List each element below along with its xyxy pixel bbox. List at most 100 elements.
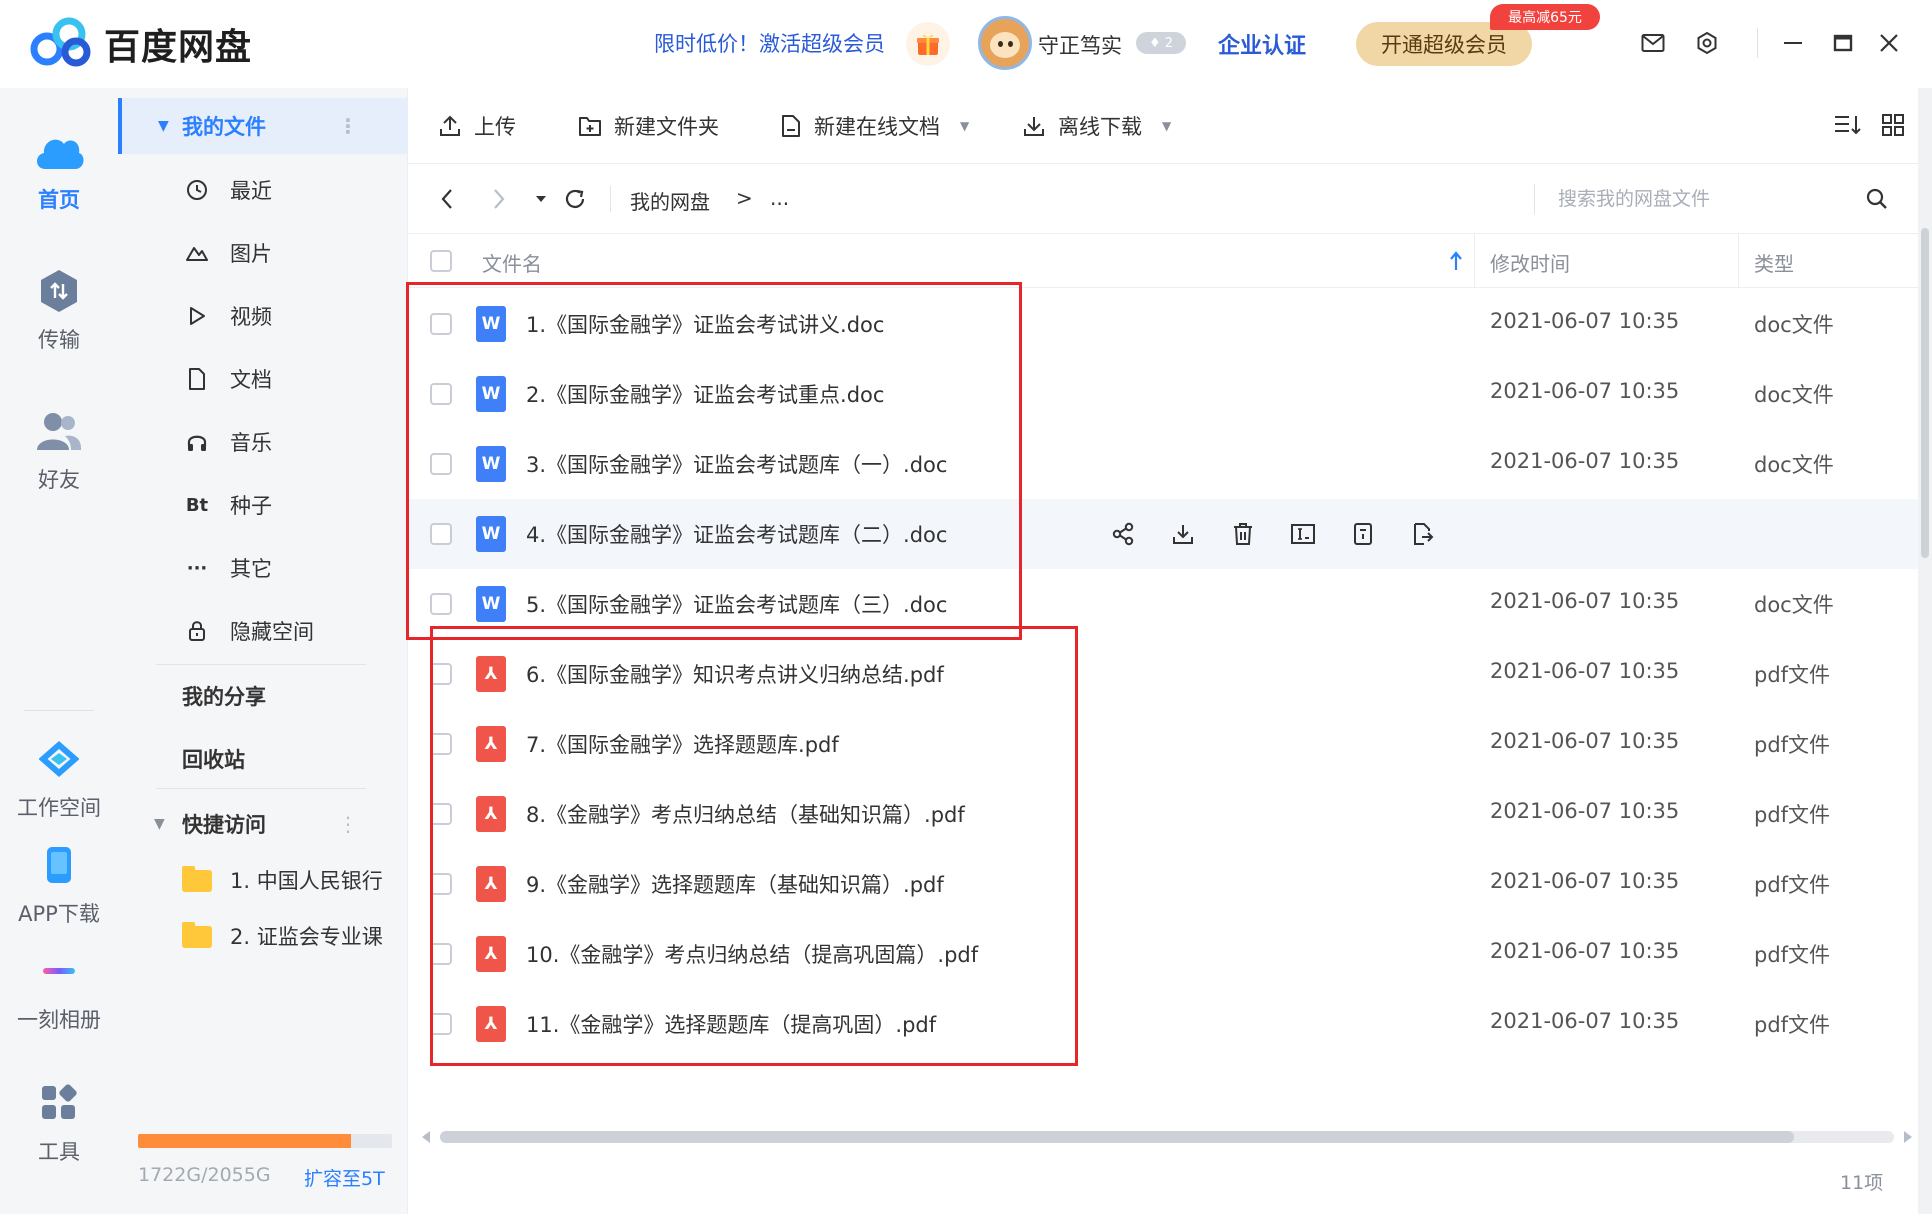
table-row[interactable]: ⅄ 11.《金融学》选择题题库（提高巩固）.pdf 2021-06-07 10:…: [408, 989, 1918, 1059]
history-dropdown-icon[interactable]: [526, 184, 556, 214]
refresh-icon[interactable]: [560, 184, 590, 214]
grid-view-icon[interactable]: [1874, 106, 1912, 144]
horizontal-scrollbar[interactable]: [420, 1128, 1914, 1146]
breadcrumb-root[interactable]: 我的网盘: [630, 186, 710, 215]
table-row-hovered[interactable]: W 4.《国际金融学》证监会考试题库（二）.doc: [408, 499, 1918, 569]
rail-item-home[interactable]: 首页: [0, 124, 118, 214]
rail-item-app-download[interactable]: APP下载: [0, 838, 118, 928]
table-row[interactable]: W 5.《国际金融学》证监会考试题库（三）.doc 2021-06-07 10:…: [408, 569, 1918, 639]
sidebar-item-other[interactable]: ··· 其它: [118, 540, 408, 596]
expand-storage-link[interactable]: 扩容至5T: [304, 1164, 385, 1191]
copy-icon[interactable]: [1344, 515, 1382, 553]
table-row[interactable]: ⅄ 6.《国际金融学》知识考点讲义归纳总结.pdf 2021-06-07 10:…: [408, 639, 1918, 709]
row-checkbox[interactable]: [430, 943, 452, 965]
dropdown-arrow-icon[interactable]: ▼: [1162, 119, 1171, 133]
scroll-right-arrow-icon[interactable]: [1902, 1130, 1914, 1144]
breadcrumb-ellipsis[interactable]: ...: [770, 186, 789, 210]
user-avatar[interactable]: [978, 16, 1032, 70]
new-online-doc-button[interactable]: 新建在线文档 ▼: [780, 110, 969, 142]
row-checkbox[interactable]: [430, 1013, 452, 1035]
sidebar-item-recent[interactable]: 最近: [118, 162, 408, 218]
move-icon[interactable]: [1404, 515, 1442, 553]
sidebar-item-my-share[interactable]: 我的分享: [118, 668, 408, 724]
sort-ascending-icon[interactable]: [1448, 250, 1464, 272]
row-checkbox[interactable]: [430, 873, 452, 895]
row-checkbox[interactable]: [430, 663, 452, 685]
caret-down-icon[interactable]: ▼: [158, 118, 169, 134]
row-checkbox[interactable]: [430, 313, 452, 335]
scroll-left-arrow-icon[interactable]: [420, 1130, 432, 1144]
forward-arrow-icon[interactable]: [484, 184, 514, 214]
row-checkbox[interactable]: [430, 733, 452, 755]
username[interactable]: 守正笃实: [1038, 30, 1122, 60]
table-row[interactable]: ⅄ 7.《国际金融学》选择题题库.pdf 2021-06-07 10:35 pd…: [408, 709, 1918, 779]
rail-item-tools[interactable]: 工具: [0, 1076, 118, 1166]
gift-icon[interactable]: [906, 22, 950, 66]
quick-folder-item[interactable]: 2. 证监会专业课: [118, 908, 408, 964]
sidebar-item-recycle[interactable]: 回收站: [118, 731, 408, 787]
sidebar-item-torrent[interactable]: Bt 种子: [118, 477, 408, 533]
horizontal-scroll-thumb[interactable]: [440, 1131, 1794, 1143]
rail-item-workspace[interactable]: 工作空间: [0, 732, 118, 822]
file-name[interactable]: 6.《国际金融学》知识考点讲义归纳总结.pdf: [526, 659, 944, 689]
file-name[interactable]: 1.《国际金融学》证监会考试讲义.doc: [526, 309, 884, 339]
enterprise-auth-link[interactable]: 企业认证: [1218, 28, 1306, 60]
delete-icon[interactable]: [1224, 515, 1262, 553]
table-row[interactable]: W 3.《国际金融学》证监会考试题库（一）.doc 2021-06-07 10:…: [408, 429, 1918, 499]
row-checkbox[interactable]: [430, 453, 452, 475]
file-name[interactable]: 7.《国际金融学》选择题题库.pdf: [526, 729, 839, 759]
upload-button[interactable]: 上传: [438, 110, 516, 142]
row-checkbox[interactable]: [430, 383, 452, 405]
share-icon[interactable]: [1104, 515, 1142, 553]
sidebar-item-docs[interactable]: 文档: [118, 351, 408, 407]
dropdown-arrow-icon[interactable]: ▼: [960, 119, 969, 133]
search-input[interactable]: [1558, 182, 1858, 216]
settings-icon[interactable]: [1690, 26, 1724, 60]
table-row[interactable]: ⅄ 9.《金融学》选择题题库（基础知识篇）.pdf 2021-06-07 10:…: [408, 849, 1918, 919]
sidebar-item-hidden-space[interactable]: 隐藏空间: [118, 603, 408, 659]
rail-item-transfer[interactable]: 传输: [0, 264, 118, 354]
sidebar-item-music[interactable]: 音乐: [118, 414, 408, 470]
sort-list-icon[interactable]: [1828, 106, 1866, 144]
caret-down-icon[interactable]: ▼: [154, 816, 165, 832]
maximize-icon[interactable]: [1826, 26, 1860, 60]
file-name[interactable]: 3.《国际金融学》证监会考试题库（一）.doc: [526, 449, 947, 479]
select-all-checkbox[interactable]: [430, 250, 452, 272]
file-name[interactable]: 8.《金融学》考点归纳总结（基础知识篇）.pdf: [526, 799, 965, 829]
vertical-scrollbar[interactable]: [1918, 88, 1932, 1214]
rename-icon[interactable]: [1284, 515, 1322, 553]
column-header-name[interactable]: 文件名: [482, 248, 542, 277]
table-row[interactable]: ⅄ 8.《金融学》考点归纳总结（基础知识篇）.pdf 2021-06-07 10…: [408, 779, 1918, 849]
table-row[interactable]: W 2.《国际金融学》证监会考试重点.doc 2021-06-07 10:35 …: [408, 359, 1918, 429]
row-checkbox[interactable]: [430, 803, 452, 825]
minimize-icon[interactable]: [1776, 26, 1810, 60]
file-name[interactable]: 9.《金融学》选择题题库（基础知识篇）.pdf: [526, 869, 944, 899]
close-icon[interactable]: [1872, 26, 1906, 60]
column-header-modified[interactable]: 修改时间: [1490, 248, 1570, 277]
download-icon[interactable]: [1164, 515, 1202, 553]
promo-link[interactable]: 限时低价！激活超级会员: [654, 28, 885, 58]
file-name[interactable]: 11.《金融学》选择题题库（提高巩固）.pdf: [526, 1009, 936, 1039]
back-arrow-icon[interactable]: [432, 184, 462, 214]
rail-item-friends[interactable]: 好友: [0, 404, 118, 494]
file-name[interactable]: 10.《金融学》考点归纳总结（提高巩固篇）.pdf: [526, 939, 978, 969]
column-header-type[interactable]: 类型: [1754, 248, 1794, 277]
rail-item-album[interactable]: 一刻相册: [0, 944, 118, 1034]
more-vertical-icon[interactable]: ⋮: [338, 114, 358, 138]
file-name[interactable]: 2.《国际金融学》证监会考试重点.doc: [526, 379, 884, 409]
vertical-scroll-thumb[interactable]: [1921, 228, 1929, 558]
table-row[interactable]: ⅄ 10.《金融学》考点归纳总结（提高巩固篇）.pdf 2021-06-07 1…: [408, 919, 1918, 989]
mail-icon[interactable]: [1636, 26, 1670, 60]
sidebar-item-video[interactable]: 视频: [118, 288, 408, 344]
sidebar-item-images[interactable]: 图片: [118, 225, 408, 281]
search-icon[interactable]: [1860, 182, 1894, 216]
more-vertical-icon[interactable]: ⋮: [338, 812, 358, 836]
new-folder-button[interactable]: 新建文件夹: [578, 110, 719, 142]
table-row[interactable]: W 1.《国际金融学》证监会考试讲义.doc 2021-06-07 10:35 …: [408, 289, 1918, 359]
quick-folder-item[interactable]: 1. 中国人民银行: [118, 852, 408, 908]
row-checkbox[interactable]: [430, 593, 452, 615]
file-name[interactable]: 4.《国际金融学》证监会考试题库（二）.doc: [526, 519, 947, 549]
offline-download-button[interactable]: 离线下载 ▼: [1022, 110, 1171, 142]
row-checkbox[interactable]: [430, 523, 452, 545]
sidebar-item-my-files[interactable]: ▼ 我的文件 ⋮: [118, 98, 408, 154]
